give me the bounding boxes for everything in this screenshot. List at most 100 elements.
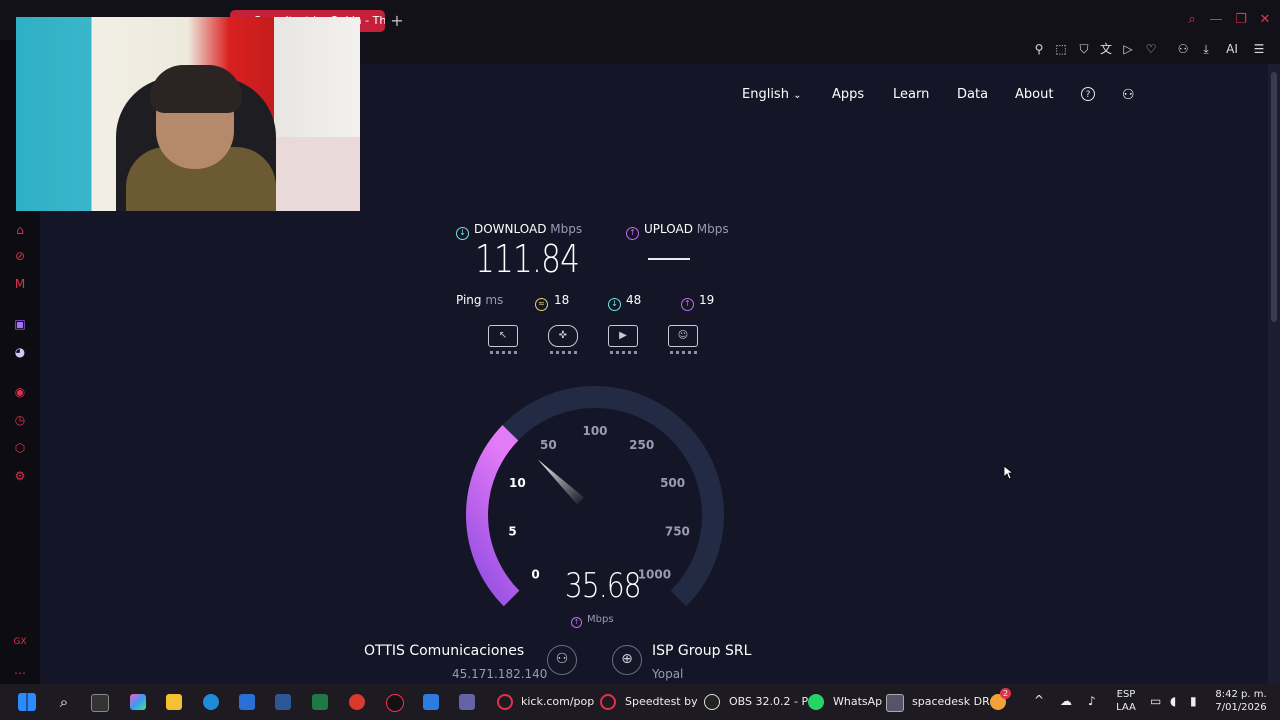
menu-icon[interactable]: ☰ (1250, 40, 1268, 58)
more-icon[interactable]: … (12, 662, 28, 678)
close-button[interactable]: ✕ (1257, 12, 1273, 28)
new-tab-button[interactable]: + (388, 12, 406, 30)
idle-latency-icon: ≈ (535, 298, 548, 311)
ping-upload: ↑ 19 (681, 292, 714, 311)
opera-gx-icon[interactable] (497, 694, 513, 710)
server-host-name[interactable]: ISP Group SRL (652, 643, 751, 659)
task-view-icon[interactable] (91, 694, 109, 712)
help-icon[interactable]: ? (1081, 87, 1095, 101)
opera-gx-icon[interactable] (600, 694, 616, 710)
taskbar-search-icon[interactable]: ⌕ (56, 694, 72, 710)
player-icon[interactable]: ◉ (12, 384, 28, 400)
discord-icon[interactable]: ◕ (12, 344, 28, 360)
teams-icon[interactable] (459, 694, 475, 710)
gauge-tick-label: 50 (540, 438, 557, 452)
play-icon[interactable]: ▷ (1119, 40, 1137, 58)
gauge-fill (466, 425, 520, 607)
store-icon[interactable] (239, 694, 255, 710)
snapshot-icon[interactable]: ⬚ (1052, 40, 1070, 58)
download-icon[interactable]: ⤓ (1197, 40, 1215, 58)
pdf-icon[interactable] (349, 694, 365, 710)
language-indicator[interactable]: ESP LAA (1114, 688, 1138, 714)
taskbar-spacedesk[interactable]: spacedesk DR (912, 692, 990, 712)
streaming-rating-dots (610, 351, 638, 354)
ping-idle-value: 18 (554, 293, 570, 307)
edge-icon[interactable] (203, 694, 219, 710)
clock[interactable]: 8:42 p. m. 7/01/2026 (1212, 688, 1270, 714)
profile-icon[interactable]: ⚇ (1174, 40, 1192, 58)
bag-icon[interactable]: ⌂ (12, 222, 28, 238)
word-icon[interactable] (275, 694, 291, 710)
gauge-tick-label: 250 (629, 438, 654, 452)
ping-label: Ping (456, 293, 482, 307)
gauge-upload-icon: ↑ (571, 617, 582, 628)
spacedesk-icon[interactable] (886, 694, 904, 712)
volume-icon[interactable]: ◖ (1170, 695, 1176, 708)
excel-icon[interactable] (312, 694, 328, 710)
nav-learn[interactable]: Learn (893, 86, 929, 104)
search-icon[interactable]: ⌕ (1184, 12, 1200, 28)
browsing-icon[interactable]: ↖ (487, 323, 521, 357)
photos-icon[interactable] (423, 694, 439, 710)
copilot-icon[interactable] (130, 694, 146, 710)
settings-icon[interactable]: ⚙ (12, 468, 28, 484)
gx-icon[interactable]: GX (12, 634, 28, 650)
tray-chevron-up-icon[interactable]: ^ (1034, 694, 1044, 707)
gauge-tick-label: 1000 (638, 567, 671, 581)
messenger-icon[interactable]: M (12, 276, 28, 292)
file-explorer-icon[interactable] (166, 694, 182, 710)
tiktok-icon[interactable] (386, 694, 404, 712)
webcam-bed (266, 137, 360, 211)
gauge-tick-label: 10 (509, 476, 526, 490)
download-latency-icon: ↓ (608, 298, 621, 311)
browsing-rating-dots (490, 351, 518, 354)
taskbar-speedtest[interactable]: Speedtest by (625, 692, 698, 712)
pin-icon[interactable]: ⚲ (1030, 40, 1048, 58)
nav-apps[interactable]: Apps (832, 86, 864, 104)
download-unit: Mbps (550, 222, 583, 236)
gauge-tick-label: 500 (660, 476, 685, 490)
gaming-icon[interactable]: ✜ (547, 323, 581, 357)
start-icon[interactable] (18, 693, 36, 711)
taskbar-obs[interactable]: OBS 32.0.2 - P (729, 692, 808, 712)
whatsapp-icon[interactable] (808, 694, 824, 710)
extensions-icon[interactable]: ⬡ (12, 440, 28, 456)
download-label: DOWNLOAD (474, 222, 547, 236)
scrollbar-thumb[interactable] (1271, 72, 1277, 322)
translate-icon[interactable]: 文 (1097, 40, 1115, 58)
maximize-button[interactable]: ❐ (1233, 12, 1249, 28)
user-circle-icon[interactable]: ⚇ (547, 645, 577, 675)
video-call-icon[interactable]: ☺ (667, 323, 701, 357)
upload-unit: Mbps (696, 222, 729, 236)
gaming-rating-dots (550, 351, 578, 354)
globe-icon[interactable]: ⊕ (612, 645, 642, 675)
shield-icon[interactable]: ⛉ (1075, 40, 1093, 58)
no-camera-icon[interactable]: ⊘ (12, 248, 28, 264)
ai-button[interactable]: AI (1220, 40, 1244, 58)
chevron-down-icon: ⌄ (793, 90, 802, 101)
streaming-icon[interactable]: ▶ (607, 323, 641, 357)
language-indicator-bottom: LAA (1116, 702, 1136, 713)
obs-icon[interactable] (704, 694, 720, 710)
language-selector[interactable]: English ⌄ (742, 86, 801, 104)
twitch-icon[interactable]: ▣ (12, 316, 28, 332)
video-call-rating-dots (670, 351, 698, 354)
ping-download-value: 48 (626, 293, 642, 307)
language-label: English (742, 87, 789, 102)
history-icon[interactable]: ◷ (12, 412, 28, 428)
nav-about[interactable]: About (1015, 86, 1053, 104)
microphone-icon[interactable]: ♪ (1088, 695, 1096, 708)
ping-download: ↓ 48 (608, 292, 642, 311)
taskbar-whatsapp[interactable]: WhatsAp (833, 692, 882, 712)
minimize-button[interactable]: — (1208, 12, 1224, 28)
taskbar-kick[interactable]: kick.com/pop (521, 692, 594, 712)
network-icon[interactable]: ▭ (1150, 695, 1161, 708)
page-scrollbar[interactable] (1268, 64, 1280, 684)
nav-data[interactable]: Data (957, 86, 988, 104)
download-header: ↓ DOWNLOAD Mbps (456, 221, 583, 240)
tray-cloud-icon[interactable]: ☁ (1060, 695, 1072, 708)
battery-icon[interactable]: ▮ (1190, 695, 1197, 708)
user-icon[interactable]: ⚇ (1122, 86, 1135, 104)
clock-time: 8:42 p. m. (1215, 689, 1267, 700)
heart-icon[interactable]: ♡ (1142, 40, 1160, 58)
